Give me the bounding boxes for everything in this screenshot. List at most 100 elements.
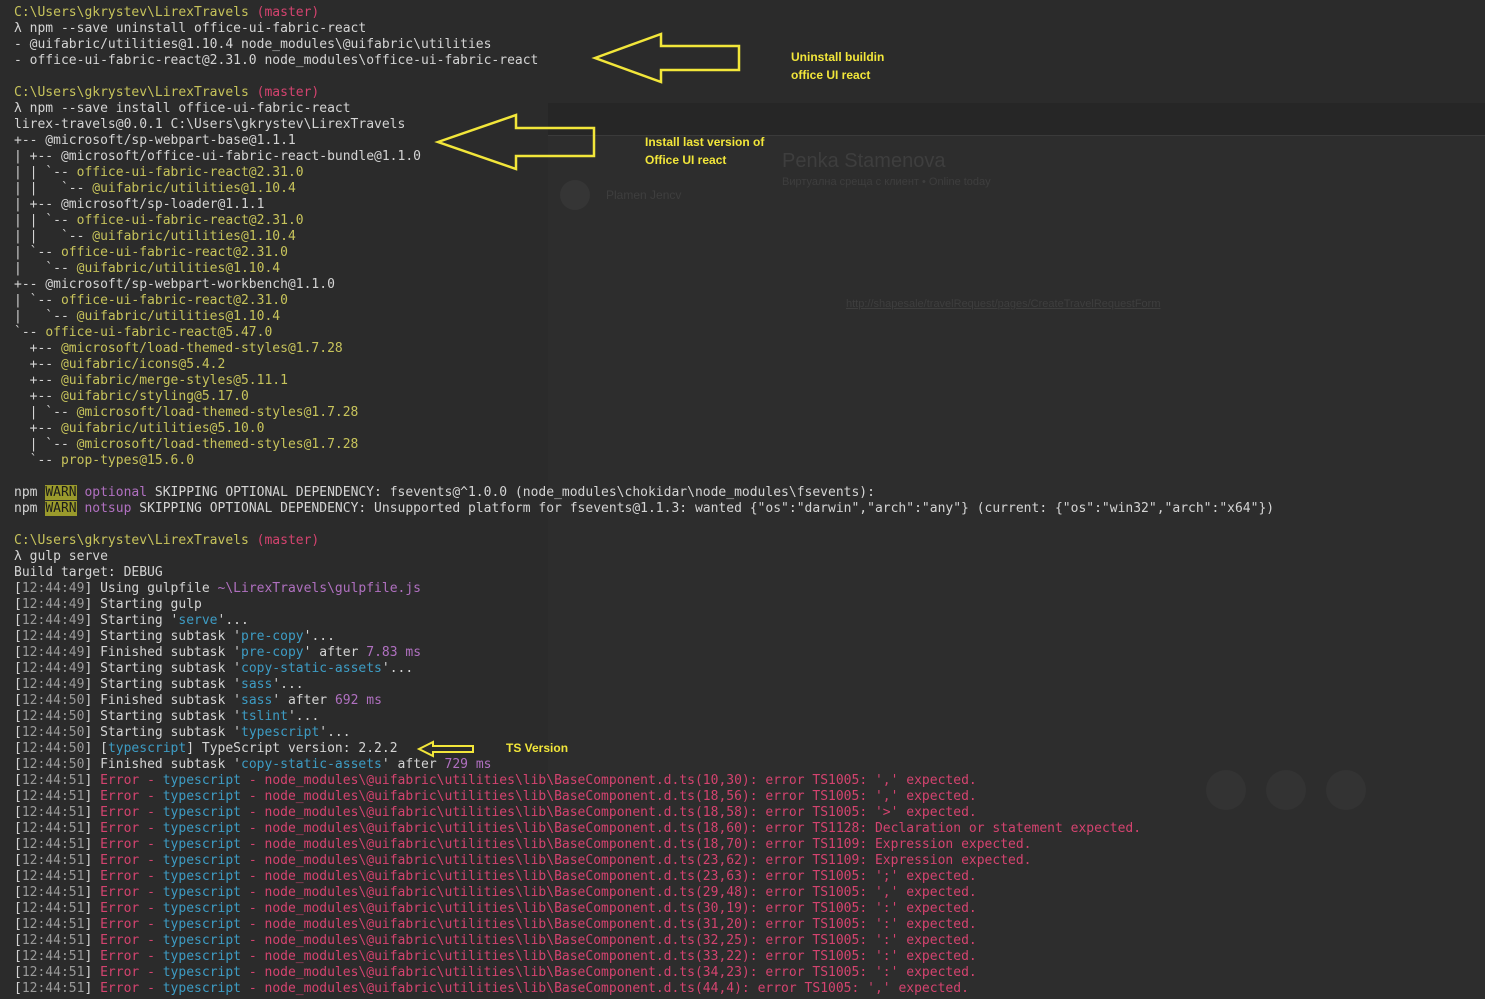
terminal-line: [12:44:51] Error - typescript - node_mod… xyxy=(14,981,1454,997)
terminal-err-text: Error xyxy=(100,837,140,852)
terminal-text: | `-- xyxy=(14,293,61,308)
terminal-err-text: - node_modules\@uifabric\utilities\lib\B… xyxy=(241,853,1032,868)
terminal-cyan-text: tslint xyxy=(241,709,288,724)
terminal-text: [ xyxy=(14,981,22,996)
terminal-cyan-text: typescript xyxy=(162,917,242,932)
terminal-line: +-- @uifabric/styling@5.17.0 xyxy=(14,389,1454,405)
terminal-text: ] xyxy=(84,885,101,900)
terminal-file-text: ~\LirexTravels\gulpfile.js xyxy=(217,581,422,596)
terminal-err-text: - xyxy=(139,789,163,804)
terminal-cyan-text: serve xyxy=(178,613,218,628)
terminal-line: +-- @microsoft/sp-webpart-workbench@1.1.… xyxy=(14,277,1454,293)
terminal-pkg-text: office-ui-fabric-react@2.31.0 xyxy=(60,245,288,260)
terminal-text: ] xyxy=(84,805,101,820)
terminal-ts-text: 12:44:51 xyxy=(21,789,85,804)
terminal-ts-text: 12:44:51 xyxy=(21,901,85,916)
terminal-cyan-text: sass xyxy=(241,677,273,692)
terminal-cyan-text: typescript xyxy=(162,789,242,804)
terminal-text: ] xyxy=(84,933,101,948)
terminal-ts-text: 12:44:51 xyxy=(21,773,85,788)
terminal-text: - @uifabric/utilities@1.10.4 node_module… xyxy=(14,37,492,52)
terminal-cyan-text: copy-static-assets xyxy=(241,757,382,772)
terminal-pkg-text: @uifabric/utilities@5.10.0 xyxy=(60,421,265,436)
terminal-cyan-text: typescript xyxy=(162,933,242,948)
terminal-text: ] Starting subtask ' xyxy=(84,661,241,676)
terminal-text: ] Starting subtask ' xyxy=(84,725,241,740)
terminal-optional-text: optional xyxy=(84,485,148,500)
terminal-ts-text: 12:44:49 xyxy=(21,661,85,676)
terminal-text: ] xyxy=(84,821,101,836)
terminal-ts-text: 12:44:49 xyxy=(21,629,85,644)
terminal-line: `-- office-ui-fabric-react@5.47.0 xyxy=(14,325,1454,341)
terminal-err-text: - node_modules\@uifabric\utilities\lib\B… xyxy=(241,837,1032,852)
terminal-line: | `-- office-ui-fabric-react@2.31.0 xyxy=(14,245,1454,261)
terminal-err-text: - xyxy=(139,837,163,852)
terminal-text: ] Starting ' xyxy=(84,613,179,628)
terminal-err-text: - node_modules\@uifabric\utilities\lib\B… xyxy=(241,917,977,932)
annotation-uninstall-line1: Uninstall buildin xyxy=(791,50,885,64)
terminal-line: lirex-travels@0.0.1 C:\Users\gkrystev\Li… xyxy=(14,117,1454,133)
terminal-line: C:\Users\gkrystev\LirexTravels (master) xyxy=(14,5,1454,21)
terminal-pkg-text: office-ui-fabric-react@5.47.0 xyxy=(45,325,273,340)
terminal-text: ' after xyxy=(381,757,445,772)
terminal-err-text: - node_modules\@uifabric\utilities\lib\B… xyxy=(241,773,977,788)
terminal-err-text: - xyxy=(139,869,163,884)
terminal-err-text: - xyxy=(139,885,163,900)
terminal-text: [ xyxy=(14,725,22,740)
terminal-text: ] Starting subtask ' xyxy=(84,709,241,724)
terminal-line: +-- @uifabric/merge-styles@5.11.1 xyxy=(14,373,1454,389)
terminal-text: +-- xyxy=(14,421,61,436)
terminal-ts-text: 12:44:51 xyxy=(21,805,85,820)
terminal-text: ] xyxy=(84,853,101,868)
terminal-cyan-text: typescript xyxy=(107,741,187,756)
terminal-ts-text: 12:44:49 xyxy=(21,645,85,660)
terminal-line: `-- prop-types@15.6.0 xyxy=(14,453,1454,469)
terminal-line: [12:44:50] Starting subtask 'tslint'... xyxy=(14,709,1454,725)
terminal-err-text: Error xyxy=(100,789,140,804)
terminal-text: [ xyxy=(14,677,22,692)
terminal-ts-text: 12:44:50 xyxy=(21,725,85,740)
terminal-text: | `-- xyxy=(14,405,77,420)
terminal-line: | `-- @uifabric/utilities@1.10.4 xyxy=(14,261,1454,277)
terminal-line: [12:44:49] Starting gulp xyxy=(14,597,1454,613)
terminal-err-text: - node_modules\@uifabric\utilities\lib\B… xyxy=(241,869,977,884)
terminal-line: [12:44:51] Error - typescript - node_mod… xyxy=(14,789,1454,805)
terminal-text: [ xyxy=(14,933,22,948)
terminal-text: [ xyxy=(14,581,22,596)
terminal-line: [12:44:49] Starting 'serve'... xyxy=(14,613,1454,629)
terminal-ts-text: 12:44:51 xyxy=(21,965,85,980)
annotation-uninstall-line2: office UI react xyxy=(791,68,871,82)
terminal-text: - office-ui-fabric-react@2.31.0 node_mod… xyxy=(14,53,539,68)
terminal-err-text: - node_modules\@uifabric\utilities\lib\B… xyxy=(241,949,977,964)
terminal-err-text: Error xyxy=(100,773,140,788)
terminal-line: [12:44:51] Error - typescript - node_mod… xyxy=(14,885,1454,901)
terminal-text: npm xyxy=(14,501,46,516)
terminal-line: | | `-- @uifabric/utilities@1.10.4 xyxy=(14,229,1454,245)
terminal-line: [12:44:51] Error - typescript - node_mod… xyxy=(14,773,1454,789)
terminal-err-text: Error xyxy=(100,869,140,884)
terminal-ts-text: 12:44:49 xyxy=(21,677,85,692)
terminal-err-text: Error xyxy=(100,805,140,820)
terminal-line: C:\Users\gkrystev\LirexTravels (master) xyxy=(14,533,1454,549)
terminal-ts-text: 12:44:51 xyxy=(21,821,85,836)
terminal-line: C:\Users\gkrystev\LirexTravels (master) xyxy=(14,85,1454,101)
terminal-text: +-- xyxy=(14,373,61,388)
terminal-line: [12:44:50] [typescript] TypeScript versi… xyxy=(14,741,1454,757)
terminal-text: `-- xyxy=(14,325,46,340)
terminal-err-text: - xyxy=(139,949,163,964)
terminal-err-text: Error xyxy=(100,821,140,836)
terminal-text: [ xyxy=(14,661,22,676)
terminal-branch-text: (master) xyxy=(256,85,320,100)
terminal-path-text: C:\Users\gkrystev\LirexTravels xyxy=(14,533,249,548)
terminal-err-text: - node_modules\@uifabric\utilities\lib\B… xyxy=(241,901,977,916)
terminal-err-text: Error xyxy=(100,853,140,868)
terminal-err-text: - xyxy=(139,853,163,868)
terminal-pkg-text: @uifabric/utilities@1.10.4 xyxy=(76,261,281,276)
terminal-text: ] [ xyxy=(84,741,108,756)
terminal-path-text: C:\Users\gkrystev\LirexTravels xyxy=(14,5,249,20)
terminal-err-text: - node_modules\@uifabric\utilities\lib\B… xyxy=(241,981,969,996)
terminal-text: ] xyxy=(84,965,101,980)
terminal-text: [ xyxy=(14,597,22,612)
terminal-line: +-- @uifabric/icons@5.4.2 xyxy=(14,357,1454,373)
